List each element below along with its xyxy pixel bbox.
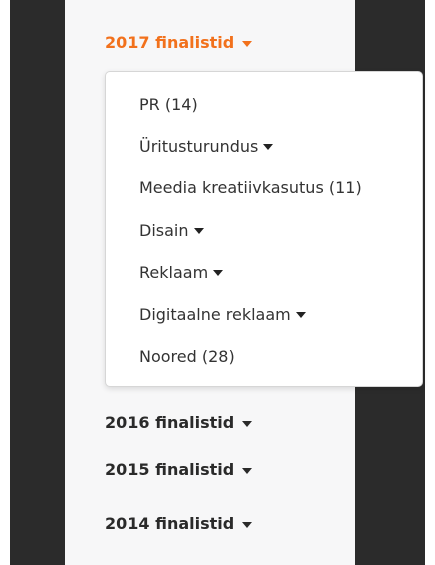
caret-down-icon xyxy=(242,467,253,474)
caret-down-icon xyxy=(213,269,224,276)
menu-item-meedia-kreatiivkasutus[interactable]: Meedia kreatiivkasutus (11) xyxy=(139,178,362,197)
menu-item-digitaalne-reklaam[interactable]: Digitaalne reklaam xyxy=(139,305,306,324)
menu-item-uritusturundus[interactable]: Üritusturundus xyxy=(139,137,274,156)
year-2017-dropdown-menu: PR (14) Üritusturundus Meedia kreatiivka… xyxy=(105,71,423,387)
menu-item-disain[interactable]: Disain xyxy=(139,221,204,240)
page-frame: 2017 finalistid PR (14) Üritusturundus M… xyxy=(0,0,435,565)
year-2017-toggle[interactable]: 2017 finalistid xyxy=(105,33,253,52)
menu-item-label: Noored (28) xyxy=(139,347,235,366)
left-dark-background xyxy=(10,0,65,565)
caret-down-icon xyxy=(295,311,306,318)
caret-down-icon xyxy=(242,521,253,528)
year-2016-label: 2016 finalistid xyxy=(105,413,235,432)
caret-down-icon xyxy=(242,420,253,427)
menu-item-pr[interactable]: PR (14) xyxy=(139,95,198,114)
menu-item-label: Digitaalne reklaam xyxy=(139,305,291,324)
year-2015-label: 2015 finalistid xyxy=(105,460,235,479)
year-2017-label: 2017 finalistid xyxy=(105,33,235,52)
menu-item-label: PR (14) xyxy=(139,95,198,114)
caret-down-icon xyxy=(263,143,274,150)
year-2015-toggle[interactable]: 2015 finalistid xyxy=(105,460,253,479)
year-2014-label: 2014 finalistid xyxy=(105,514,235,533)
menu-item-label: Üritusturundus xyxy=(139,137,259,156)
caret-down-icon xyxy=(242,40,253,47)
caret-down-icon xyxy=(193,227,204,234)
year-2014-toggle[interactable]: 2014 finalistid xyxy=(105,514,253,533)
menu-item-noored[interactable]: Noored (28) xyxy=(139,347,235,366)
menu-item-label: Reklaam xyxy=(139,263,209,282)
year-2016-toggle[interactable]: 2016 finalistid xyxy=(105,413,253,432)
menu-item-label: Disain xyxy=(139,221,189,240)
menu-item-label: Meedia kreatiivkasutus (11) xyxy=(139,178,362,197)
menu-item-reklaam[interactable]: Reklaam xyxy=(139,263,224,282)
